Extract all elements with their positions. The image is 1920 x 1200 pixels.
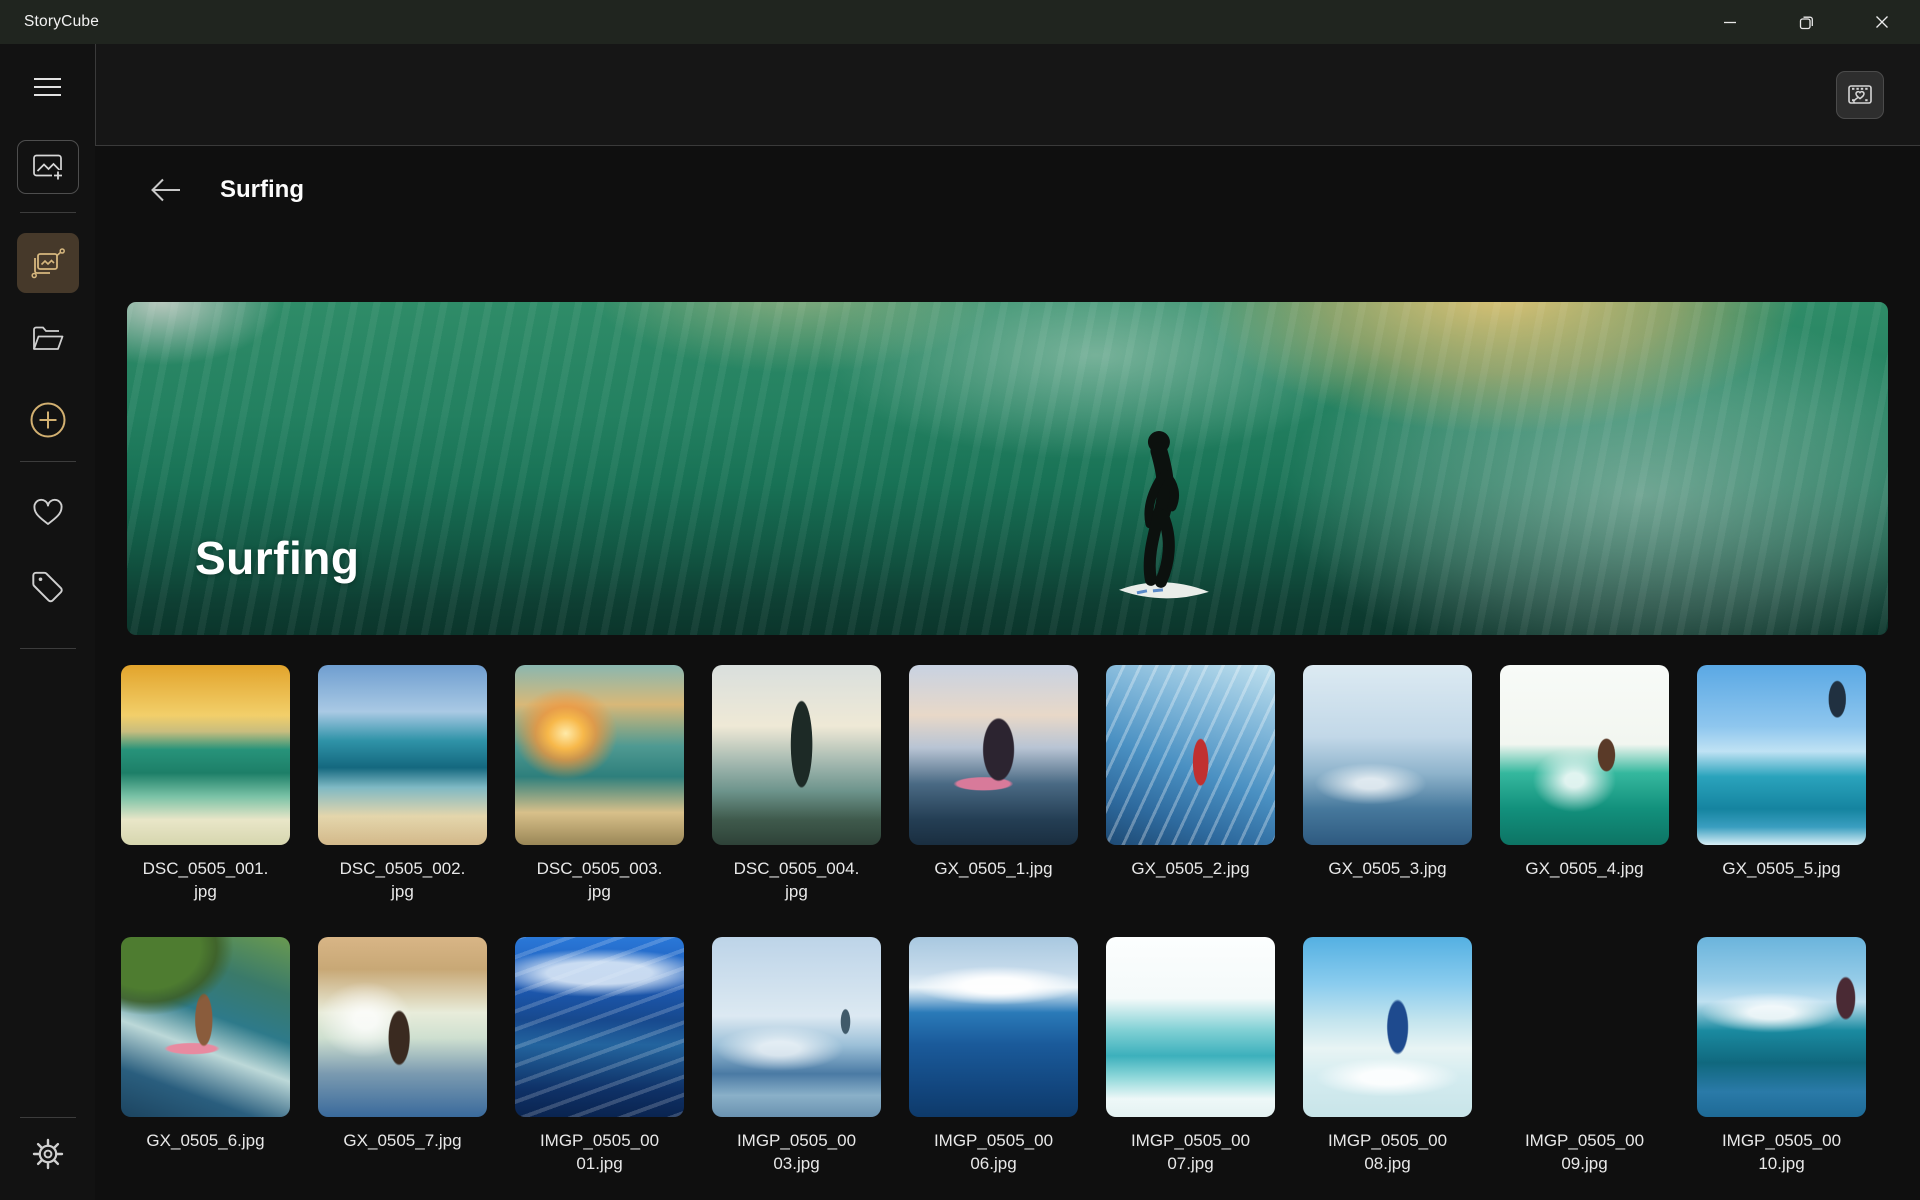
photo-filename: DSC_0505_004.jpg bbox=[734, 857, 860, 903]
photo-thumbnail[interactable]: GX_0505_4.jpg bbox=[1500, 665, 1669, 903]
photo-image bbox=[1500, 937, 1669, 1117]
photo-image bbox=[1303, 665, 1472, 845]
photo-image bbox=[121, 937, 290, 1117]
page-header: Surfing bbox=[146, 168, 1920, 212]
add-circle-icon bbox=[29, 401, 67, 439]
photo-filename: IMGP_0505_0006.jpg bbox=[931, 1129, 1057, 1175]
photo-filename: IMGP_0505_0009.jpg bbox=[1522, 1129, 1648, 1175]
photo-thumbnail[interactable]: GX_0505_5.jpg bbox=[1697, 665, 1866, 903]
photo-thumbnail[interactable]: DSC_0505_003.jpg bbox=[515, 665, 684, 903]
folder-icon bbox=[31, 324, 65, 354]
photo-filename: DSC_0505_001.jpg bbox=[143, 857, 269, 903]
minimize-icon bbox=[1723, 15, 1737, 29]
restore-icon bbox=[1799, 15, 1814, 30]
photo-filename: GX_0505_7.jpg bbox=[340, 1129, 466, 1152]
sidebar-item-favorites[interactable] bbox=[26, 496, 70, 530]
photo-thumbnail[interactable]: DSC_0505_001.jpg bbox=[121, 665, 290, 903]
photo-filename: GX_0505_5.jpg bbox=[1719, 857, 1845, 880]
photo-image bbox=[1697, 937, 1866, 1117]
photo-image bbox=[515, 937, 684, 1117]
photo-thumbnail[interactable]: IMGP_0505_0001.jpg bbox=[515, 937, 684, 1175]
photo-grid: DSC_0505_001.jpg DSC_0505_002.jpg DSC_05… bbox=[121, 665, 1920, 1175]
add-image-icon bbox=[32, 153, 64, 181]
sidebar bbox=[0, 44, 95, 1200]
photo-image bbox=[318, 665, 487, 845]
photo-thumbnail[interactable]: DSC_0505_002.jpg bbox=[318, 665, 487, 903]
photo-image bbox=[1106, 665, 1275, 845]
photo-filename: GX_0505_1.jpg bbox=[931, 857, 1057, 880]
photo-filename: GX_0505_3.jpg bbox=[1325, 857, 1451, 880]
close-icon bbox=[1875, 15, 1889, 29]
photo-image bbox=[909, 665, 1078, 845]
sidebar-item-folders[interactable] bbox=[23, 321, 73, 357]
photo-filename: DSC_0505_002.jpg bbox=[340, 857, 466, 903]
photo-filename: IMGP_0505_0008.jpg bbox=[1325, 1129, 1451, 1175]
back-arrow-icon bbox=[149, 176, 183, 204]
minimize-button[interactable] bbox=[1692, 0, 1768, 44]
sidebar-divider bbox=[20, 212, 76, 213]
hero-title: Surfing bbox=[195, 531, 359, 585]
sidebar-divider bbox=[20, 461, 76, 462]
photo-thumbnail[interactable]: IMGP_0505_0007.jpg bbox=[1106, 937, 1275, 1175]
settings-icon bbox=[30, 1136, 66, 1172]
photo-image bbox=[1303, 937, 1472, 1117]
photo-thumbnail[interactable]: GX_0505_3.jpg bbox=[1303, 665, 1472, 903]
memories-button[interactable] bbox=[1836, 71, 1884, 119]
app-title: StoryCube bbox=[0, 13, 99, 31]
photo-filename: DSC_0505_003.jpg bbox=[537, 857, 663, 903]
photo-thumbnail[interactable]: IMGP_0505_0008.jpg bbox=[1303, 937, 1472, 1175]
page-title: Surfing bbox=[220, 176, 304, 204]
hero-banner: Surfing bbox=[127, 302, 1888, 635]
content-area: Surfing Surfing DSC_0505_001.jpg bbox=[95, 146, 1920, 1200]
photo-thumbnail[interactable]: DSC_0505_004.jpg bbox=[712, 665, 881, 903]
photo-filename: IMGP_0505_0001.jpg bbox=[537, 1129, 663, 1175]
photo-image bbox=[712, 665, 881, 845]
top-toolbar bbox=[95, 44, 1920, 146]
film-heart-icon bbox=[1846, 82, 1874, 108]
photo-image bbox=[1106, 937, 1275, 1117]
photo-filename: GX_0505_4.jpg bbox=[1522, 857, 1648, 880]
photo-thumbnail[interactable]: GX_0505_1.jpg bbox=[909, 665, 1078, 903]
tag-icon bbox=[30, 568, 66, 604]
photo-image bbox=[1500, 665, 1669, 845]
photo-filename: GX_0505_2.jpg bbox=[1128, 857, 1254, 880]
photo-image bbox=[121, 665, 290, 845]
menu-button[interactable] bbox=[28, 72, 68, 102]
restore-button[interactable] bbox=[1768, 0, 1844, 44]
settings-button[interactable] bbox=[26, 1134, 70, 1174]
titlebar: StoryCube bbox=[0, 0, 1920, 44]
sidebar-divider bbox=[20, 1117, 76, 1118]
photo-image bbox=[318, 937, 487, 1117]
back-button[interactable] bbox=[146, 170, 186, 210]
photo-filename: IMGP_0505_0007.jpg bbox=[1128, 1129, 1254, 1175]
menu-icon bbox=[34, 78, 61, 96]
photo-thumbnail[interactable]: GX_0505_6.jpg bbox=[121, 937, 290, 1175]
sidebar-item-tags[interactable] bbox=[26, 566, 70, 606]
photo-filename: GX_0505_6.jpg bbox=[143, 1129, 269, 1152]
surfer-silhouette bbox=[1099, 422, 1229, 622]
photo-image bbox=[712, 937, 881, 1117]
photo-thumbnail[interactable]: IMGP_0505_0003.jpg bbox=[712, 937, 881, 1175]
photo-image bbox=[1697, 665, 1866, 845]
create-button[interactable] bbox=[26, 401, 70, 439]
photo-filename: IMGP_0505_0003.jpg bbox=[734, 1129, 860, 1175]
sidebar-divider bbox=[20, 648, 76, 649]
photo-filename: IMGP_0505_0010.jpg bbox=[1719, 1129, 1845, 1175]
photo-image bbox=[909, 937, 1078, 1117]
heart-icon bbox=[31, 497, 65, 529]
photo-thumbnail[interactable]: IMGP_0505_0009.jpg bbox=[1500, 937, 1669, 1175]
photo-thumbnail[interactable]: GX_0505_2.jpg bbox=[1106, 665, 1275, 903]
photo-thumbnail[interactable]: GX_0505_7.jpg bbox=[318, 937, 487, 1175]
photo-thumbnail[interactable]: IMGP_0505_0010.jpg bbox=[1697, 937, 1866, 1175]
albums-icon bbox=[30, 246, 66, 280]
photo-image bbox=[515, 665, 684, 845]
add-image-button[interactable] bbox=[17, 140, 79, 194]
sidebar-item-albums-selected[interactable] bbox=[17, 233, 79, 293]
photo-thumbnail[interactable]: IMGP_0505_0006.jpg bbox=[909, 937, 1078, 1175]
close-button[interactable] bbox=[1844, 0, 1920, 44]
